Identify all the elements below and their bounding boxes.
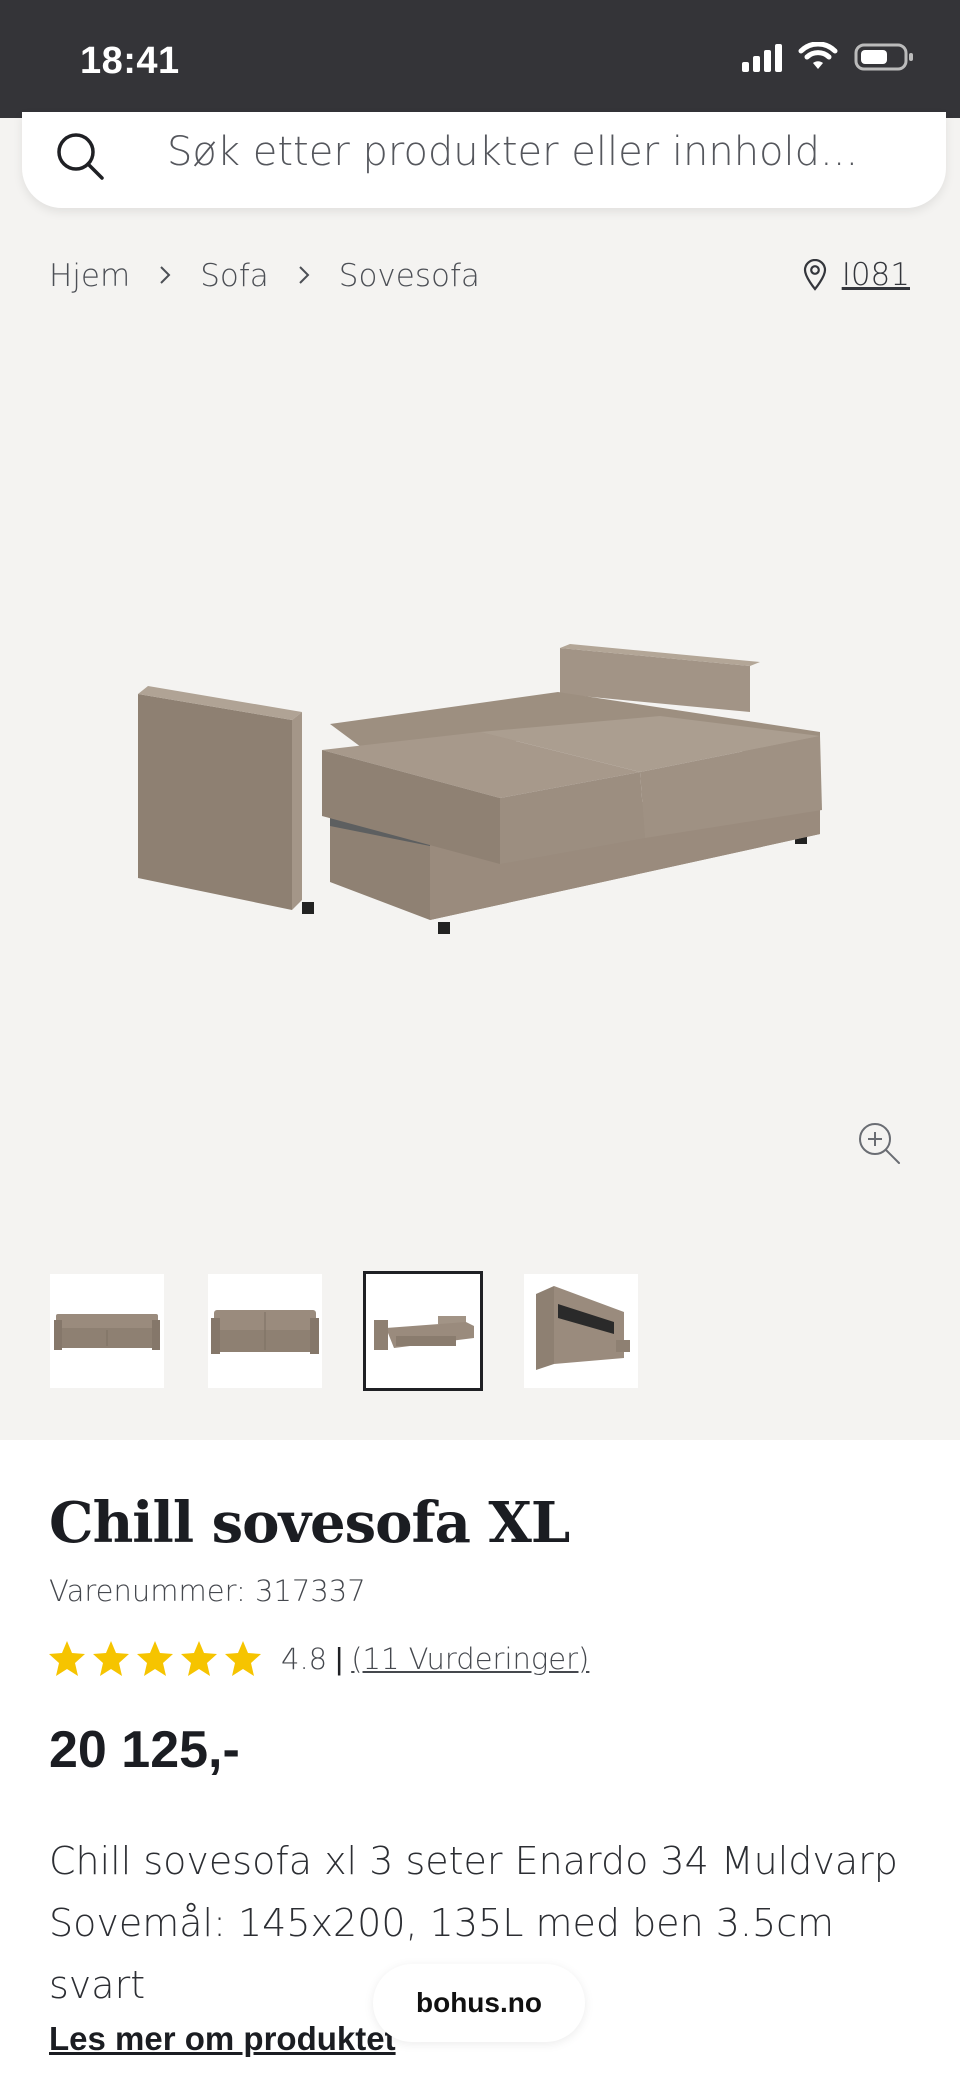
description-line-1: Chill sovesofa xl 3 seter Enardo 34 Muld… bbox=[49, 1839, 898, 1883]
star-icon bbox=[225, 1641, 261, 1676]
zoom-in-icon[interactable] bbox=[856, 1120, 902, 1166]
location-pin-icon bbox=[803, 259, 826, 291]
thumbnail-2[interactable] bbox=[208, 1274, 322, 1388]
thumbnail-1[interactable] bbox=[50, 1274, 164, 1388]
search-bar bbox=[22, 112, 946, 208]
rating-row: 4.8 | (11 Vurderinger) bbox=[47, 1640, 589, 1678]
browser-url-pill[interactable]: bohus.no bbox=[373, 1964, 585, 2042]
thumbnail-4[interactable] bbox=[524, 1274, 638, 1388]
reviews-link[interactable]: (11 Vurderinger) bbox=[351, 1642, 589, 1676]
cellular-signal-icon bbox=[742, 42, 782, 72]
star-icon bbox=[137, 1641, 173, 1676]
breadcrumb-sovesofa[interactable]: Sovesofa bbox=[339, 258, 480, 294]
battery-icon bbox=[854, 43, 913, 71]
star-icon bbox=[93, 1641, 129, 1676]
rating-value: 4.8 bbox=[281, 1642, 328, 1676]
thumbnail-3[interactable] bbox=[363, 1271, 483, 1391]
store-code: I081 bbox=[841, 257, 910, 293]
breadcrumb-sofa[interactable]: Sofa bbox=[200, 258, 269, 294]
product-image[interactable] bbox=[100, 620, 860, 960]
breadcrumb: Hjem Sofa Sovesofa bbox=[49, 258, 480, 294]
product-sku: Varenummer: 317337 bbox=[49, 1574, 366, 1608]
rating-divider: | bbox=[335, 1641, 344, 1676]
search-input[interactable] bbox=[167, 128, 907, 176]
status-time: 18:41 bbox=[80, 40, 180, 82]
read-more-link[interactable]: Les mer om produktet bbox=[49, 2020, 396, 2058]
product-title: Chill sovesofa XL bbox=[49, 1490, 570, 1556]
store-selector[interactable]: I081 bbox=[802, 257, 910, 293]
rating-stars bbox=[47, 1640, 263, 1678]
thumbnail-gallery bbox=[50, 1271, 638, 1391]
search-icon[interactable] bbox=[52, 128, 108, 184]
breadcrumb-home[interactable]: Hjem bbox=[49, 258, 130, 294]
status-bar: 18:41 bbox=[0, 0, 960, 118]
star-icon bbox=[181, 1641, 217, 1676]
product-price: 20 125,- bbox=[49, 1721, 240, 1779]
star-icon bbox=[49, 1641, 85, 1676]
chevron-right-icon bbox=[297, 258, 311, 294]
wifi-icon bbox=[798, 42, 838, 69]
status-icons bbox=[742, 42, 914, 72]
chevron-right-icon bbox=[158, 258, 172, 294]
